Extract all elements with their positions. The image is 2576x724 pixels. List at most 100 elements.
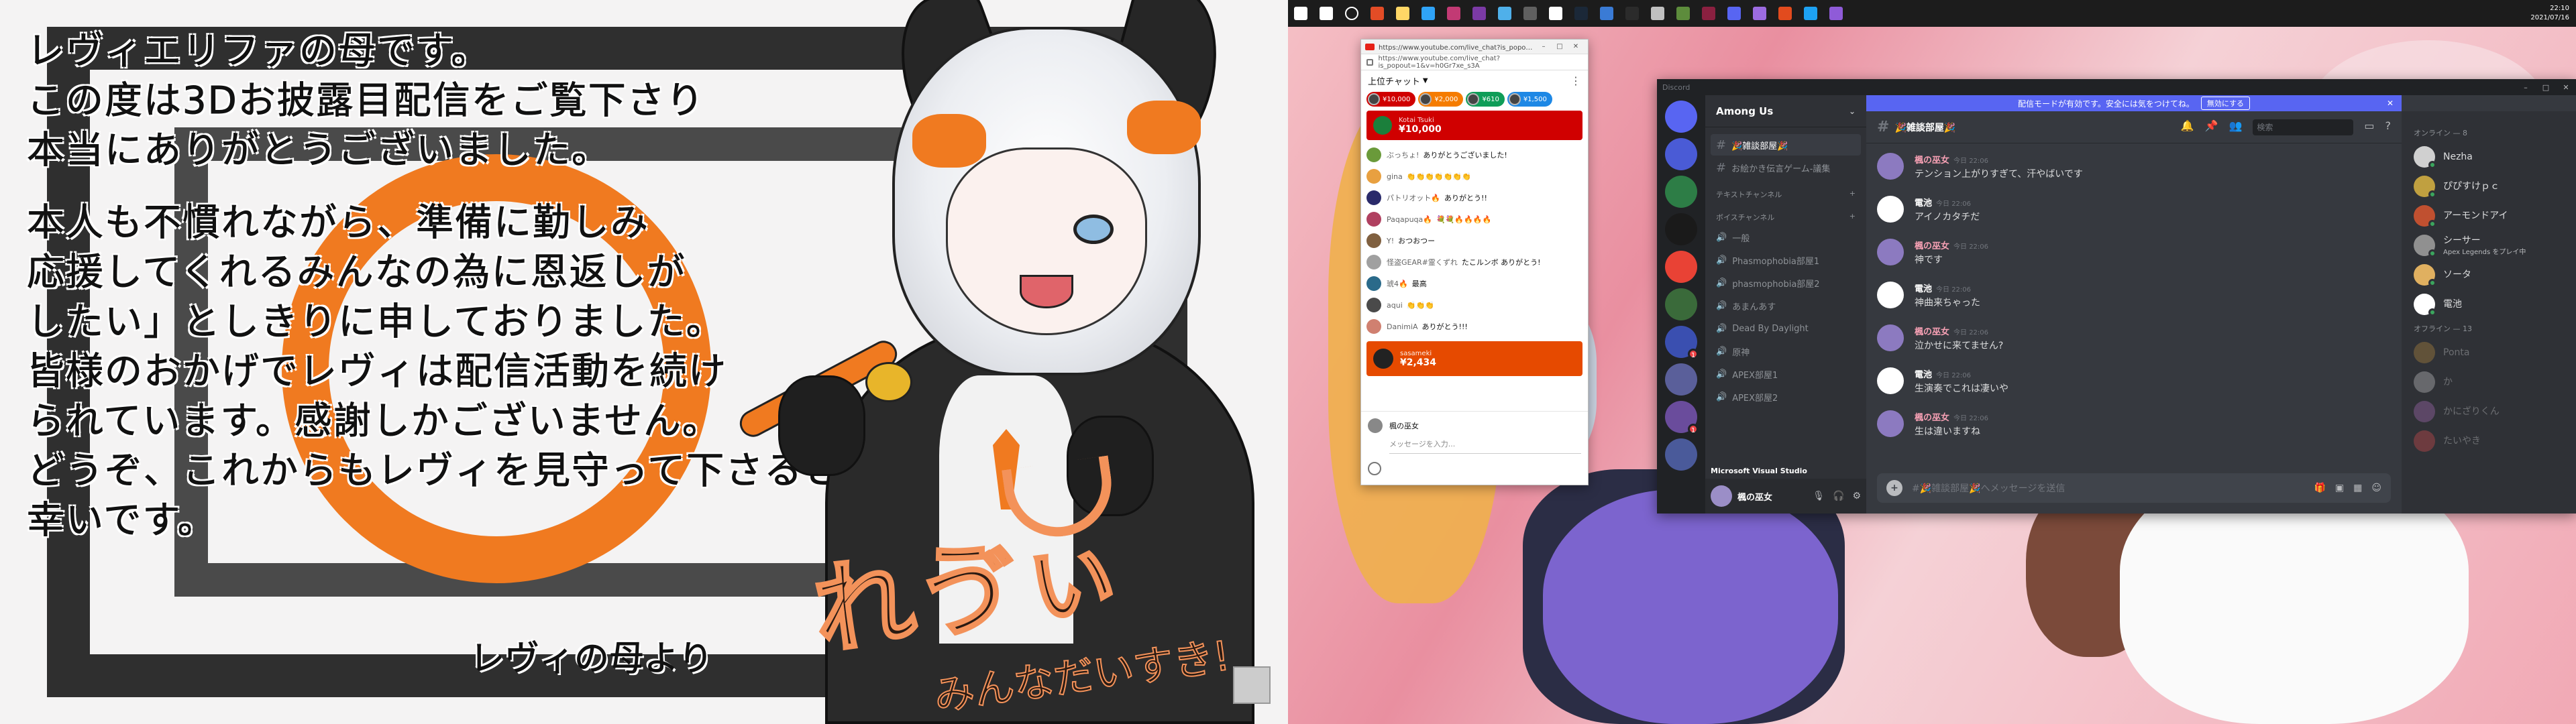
member-item[interactable]: 電池 — [2408, 290, 2569, 319]
message-author[interactable]: 電池 — [1915, 284, 1932, 294]
steam-icon[interactable] — [1568, 1, 1594, 26]
chat-message[interactable]: aqui 👏👏👏 — [1366, 294, 1582, 316]
settings-gear-icon[interactable]: ⚙ — [1852, 491, 1861, 501]
add-channel-icon[interactable]: + — [1849, 212, 1856, 223]
edge-icon[interactable] — [1415, 1, 1441, 26]
app-icon[interactable] — [1696, 1, 1721, 26]
voice-channel-item[interactable]: 🔊 phasmophobia部屋2 — [1711, 272, 1861, 294]
chat-message[interactable]: 楓の巫女 今日 22:06 テンション上がりすぎて、汗やばいです — [1877, 149, 2391, 192]
server-icon[interactable] — [1665, 176, 1697, 208]
search-icon[interactable] — [1313, 1, 1339, 26]
chat-message[interactable]: gina 👏👏👏👏👏👏👏 — [1366, 166, 1582, 187]
voice-channel-item[interactable]: 🔊 あまんあす — [1711, 295, 1861, 316]
attach-plus-icon[interactable]: + — [1886, 480, 1902, 496]
app-icon[interactable] — [1517, 1, 1543, 26]
chat-message[interactable]: Y! おつおつー — [1366, 230, 1582, 251]
avatar[interactable] — [1877, 410, 1904, 437]
avatar[interactable] — [1877, 367, 1904, 394]
explorer-icon[interactable] — [1390, 1, 1415, 26]
sticker-icon[interactable]: ▦ — [2353, 483, 2362, 493]
pinned-superchat[interactable]: Kotai Tsuki ¥10,000 — [1366, 111, 1582, 140]
task-view-icon[interactable] — [1339, 1, 1364, 26]
chat-message[interactable]: 楓の巫女 今日 22:06 生は違いますね — [1877, 406, 2391, 449]
headphones-icon[interactable]: 🎧 — [1833, 491, 1844, 501]
server-icon[interactable] — [1665, 363, 1697, 396]
avatar[interactable] — [1877, 324, 1904, 351]
avatar[interactable] — [1877, 153, 1904, 180]
member-item[interactable]: ソータ — [2408, 260, 2569, 290]
app-icon[interactable] — [1441, 1, 1466, 26]
channel-category[interactable]: ボイスチャンネル + — [1705, 202, 1866, 225]
superchat-ticker[interactable]: ¥610 — [1466, 92, 1505, 107]
chevron-down-icon[interactable]: ▼ — [1423, 77, 1428, 84]
discord-icon[interactable] — [1721, 1, 1747, 26]
server-icon[interactable] — [1665, 138, 1697, 170]
member-item[interactable]: Nezha — [2408, 142, 2569, 172]
pin-icon[interactable]: 📌 — [2205, 119, 2218, 135]
voice-channel-item[interactable]: 🔊 APEX部屋2 — [1711, 386, 1861, 408]
message-composer[interactable]: + #🎉雑談部屋🎉へメッセージを送信 🎁 ▣ ▦ ☺ — [1877, 473, 2391, 503]
server-icon[interactable] — [1665, 213, 1697, 245]
server-icon[interactable]: 1 — [1665, 401, 1699, 434]
emoji-icon[interactable]: ☺ — [2371, 483, 2381, 493]
minimize-icon[interactable]: – — [2516, 83, 2536, 92]
chat-message[interactable]: 怪盗GEAR#霊くずれ たこルンボ ありがとう! — [1366, 251, 1582, 273]
close-icon[interactable]: ✕ — [2387, 99, 2394, 108]
close-icon[interactable]: ✕ — [2556, 83, 2576, 92]
member-item[interactable]: かにざりくん — [2408, 397, 2569, 426]
twitter-icon[interactable] — [1798, 1, 1823, 26]
help-icon[interactable]: ? — [2385, 119, 2392, 135]
chat-message[interactable]: パトリオット🔥 ありがとう!! — [1366, 187, 1582, 208]
visual-studio-icon[interactable] — [1823, 1, 1849, 26]
member-item[interactable]: か — [2408, 367, 2569, 397]
gif-icon[interactable]: ▣ — [2335, 483, 2344, 493]
member-item[interactable]: アーモンドアイ — [2408, 201, 2569, 231]
guild-header[interactable]: Among Us ⌄ — [1705, 95, 1866, 127]
message-author[interactable]: 楓の巫女 — [1915, 241, 1949, 251]
voice-channel-item[interactable]: 🔊 一般 — [1711, 227, 1861, 248]
close-icon[interactable]: ✕ — [1568, 43, 1584, 50]
add-channel-icon[interactable]: + — [1849, 189, 1856, 200]
message-author[interactable]: 楓の巫女 — [1915, 156, 1949, 166]
emoji-icon[interactable] — [1368, 462, 1381, 475]
server-icon[interactable]: 1 — [1665, 326, 1699, 359]
voice-channel-item[interactable]: 🔊 Dead By Daylight — [1711, 318, 1861, 339]
voice-channel-item[interactable]: 🔊 原神 — [1711, 341, 1861, 362]
member-item[interactable]: シーサー Apex Legends をプレイ中 — [2408, 231, 2569, 260]
minimize-icon[interactable]: – — [1536, 43, 1552, 50]
channel-item[interactable]: # お絵かき伝言ゲーム-議集 — [1711, 157, 1861, 178]
more-options-icon[interactable]: ⋮ — [1570, 74, 1581, 87]
message-author[interactable]: 楓の巫女 — [1915, 413, 1949, 423]
avatar[interactable] — [1877, 239, 1904, 265]
window-titlebar[interactable]: https://www.youtube.com/live_chat?is_pop… — [1361, 40, 1588, 54]
superchat-message[interactable]: sasameki ¥2,434 — [1366, 341, 1582, 376]
inbox-icon[interactable]: ▭ — [2364, 119, 2374, 135]
unity-icon[interactable] — [1543, 1, 1568, 26]
message-author[interactable]: 電池 — [1915, 370, 1932, 380]
member-item[interactable]: たいやき — [2408, 426, 2569, 456]
superchat-ticker[interactable]: ¥10,000 — [1366, 92, 1416, 107]
member-item[interactable]: ぴぴすけｐｃ — [2408, 172, 2569, 201]
channel-item[interactable]: # 🎉雑談部屋🎉 — [1711, 134, 1861, 156]
maximize-icon[interactable]: □ — [2536, 83, 2556, 92]
superchat-ticker[interactable]: ¥2,000 — [1418, 92, 1464, 107]
voice-channel-item[interactable]: 🔊 Phasmophobia部屋1 — [1711, 249, 1861, 271]
member-item[interactable]: Ponta — [2408, 338, 2569, 367]
maximize-icon[interactable]: □ — [1552, 43, 1568, 50]
voice-channel-item[interactable]: 🔊 APEX部屋1 — [1711, 363, 1861, 385]
photos-icon[interactable] — [1492, 1, 1517, 26]
chat-message[interactable]: ぶっちょ! ありがとうございました! — [1366, 144, 1582, 166]
notification-bell-icon[interactable]: 🔔 — [2181, 119, 2194, 135]
windows-logo-icon[interactable] — [1288, 1, 1313, 26]
member-list-icon[interactable]: 👥 — [2229, 119, 2242, 135]
channel-category[interactable]: テキストチャンネル + — [1705, 180, 1866, 202]
chat-message[interactable]: Paqapuqa🔥 💐💐🔥🔥🔥🔥 — [1366, 208, 1582, 230]
office-icon[interactable] — [1772, 1, 1798, 26]
app-icon[interactable] — [1594, 1, 1619, 26]
app-icon[interactable] — [1645, 1, 1670, 26]
address-bar[interactable]: https://www.youtube.com/live_chat?is_pop… — [1361, 54, 1588, 70]
microphone-icon[interactable]: 🎙 — [1813, 491, 1825, 501]
chat-mode-dropdown[interactable]: 上位チャット — [1368, 74, 1420, 87]
avatar[interactable] — [1877, 196, 1904, 223]
chat-message[interactable]: 楓の巫女 今日 22:06 泣かせに来てません? — [1877, 320, 2391, 363]
